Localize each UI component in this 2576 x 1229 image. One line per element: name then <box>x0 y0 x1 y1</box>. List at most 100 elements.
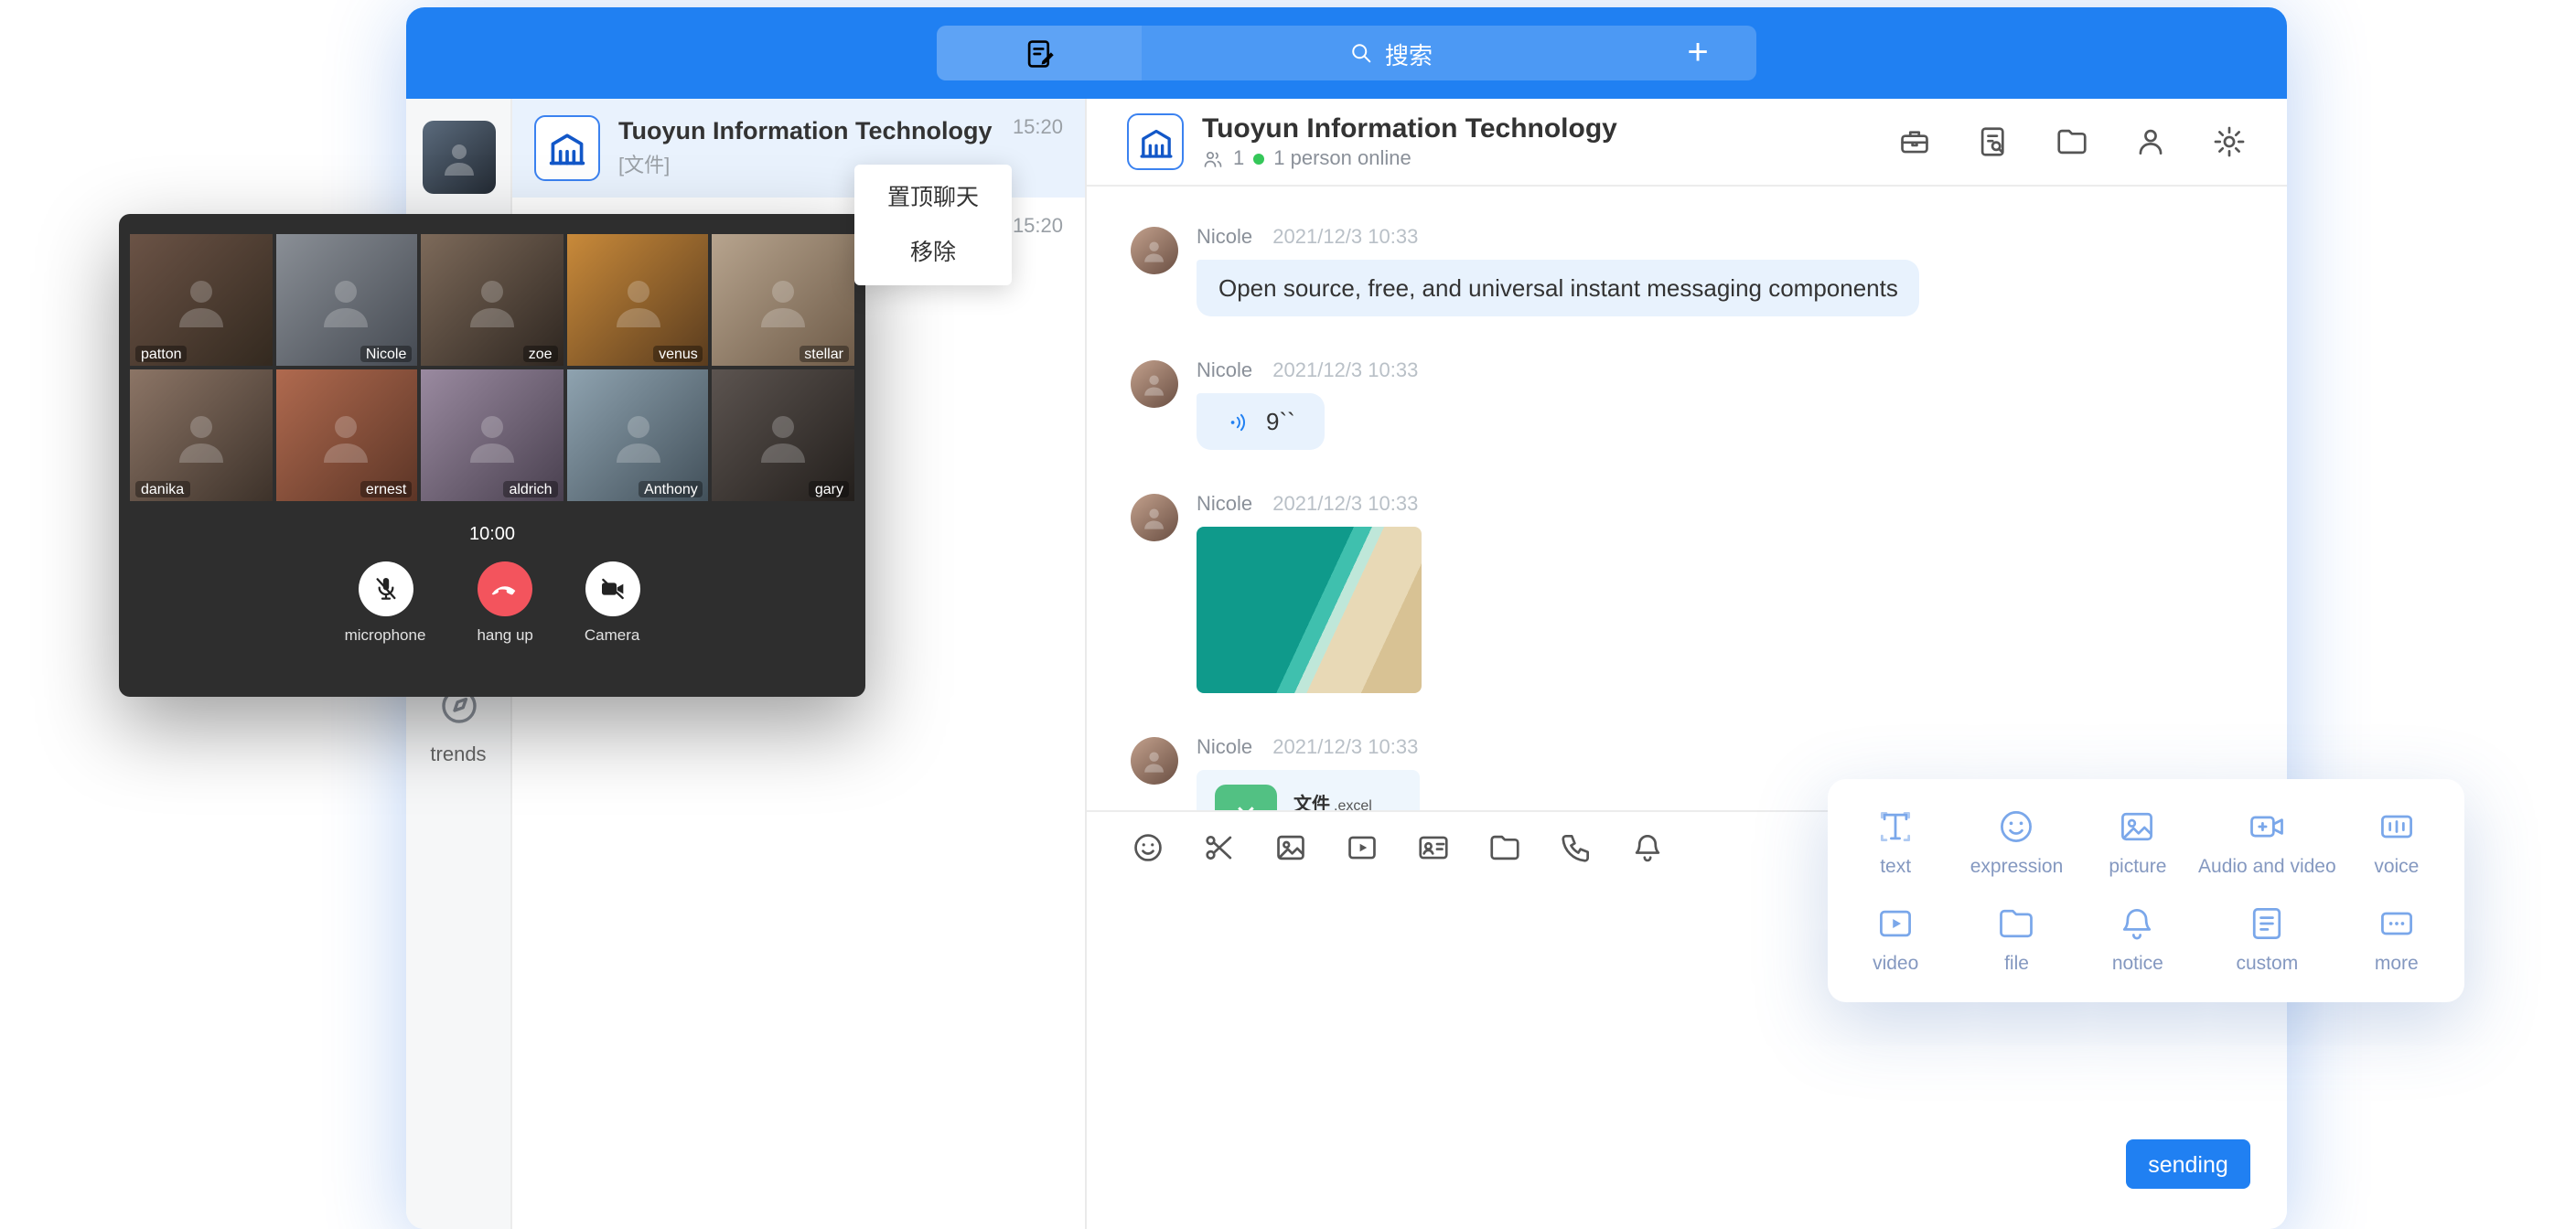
sender-avatar[interactable] <box>1131 360 1178 408</box>
video-tile: Nicole <box>275 234 417 366</box>
camera-button[interactable]: Camera <box>585 561 639 644</box>
panel-label: Audio and video <box>2198 856 2336 878</box>
person-silhouette-icon <box>314 267 380 333</box>
online-dot <box>1253 154 1264 165</box>
call-controls: microphone hang up Camera <box>119 561 865 644</box>
search-bar[interactable]: 搜索 <box>1142 36 1639 70</box>
emoji-icon[interactable] <box>1131 830 1165 865</box>
conversation-context-menu: 置顶聊天 移除 <box>854 165 1012 285</box>
message-time: 2021/12/3 10:33 <box>1272 360 1418 382</box>
panel-item-expression[interactable]: expression <box>1956 794 2077 891</box>
person-silhouette-icon <box>1140 746 1168 775</box>
video-tile: aldrich <box>421 369 563 501</box>
participant-name: ernest <box>360 481 412 497</box>
chat-record-icon[interactable] <box>1976 124 2011 159</box>
picture-icon <box>2118 807 2158 847</box>
mic-muted-icon <box>370 574 400 604</box>
note-edit-icon <box>1022 36 1057 70</box>
participant-name: venus <box>653 346 703 362</box>
chat-header: Tuoyun Information Technology 1 1 person… <box>1087 99 2287 187</box>
settings-gear-icon[interactable] <box>2212 124 2247 159</box>
voice-bubble[interactable]: 9`` <box>1197 393 1325 450</box>
panel-label: custom <box>2237 953 2299 975</box>
panel-label: expression <box>1970 856 2064 878</box>
sender-avatar[interactable] <box>1131 737 1178 785</box>
video-tile: gary <box>713 369 854 501</box>
participant-name: Nicole <box>360 346 412 362</box>
conversation-title: Tuoyun Information Technology <box>618 117 1013 144</box>
person-silhouette-icon <box>314 402 380 468</box>
panel-label: more <box>2375 953 2419 975</box>
person-silhouette-icon <box>459 402 525 468</box>
panel-item-audio-video[interactable]: Audio and video <box>2198 794 2336 891</box>
contact-card-icon[interactable] <box>1416 830 1451 865</box>
sender-avatar[interactable] <box>1131 227 1178 274</box>
panel-item-video[interactable]: video <box>1835 891 1956 988</box>
plus-icon: + <box>1687 32 1708 74</box>
picture-icon[interactable] <box>1273 830 1308 865</box>
panel-item-notice[interactable]: notice <box>2077 891 2198 988</box>
video-tile: Anthony <box>567 369 709 501</box>
new-note-button[interactable] <box>937 26 1142 80</box>
message-time: 2021/12/3 10:33 <box>1272 494 1418 516</box>
files-icon[interactable] <box>2055 124 2089 159</box>
panel-label: text <box>1880 856 1911 878</box>
video-tile: danika <box>130 369 272 501</box>
my-avatar[interactable] <box>422 121 495 194</box>
chat-subtitle: 1 1 person online <box>1202 148 1617 170</box>
message-meta: Nicole 2021/12/3 10:33 <box>1197 360 1418 382</box>
menu-item-pin-chat[interactable]: 置顶聊天 <box>854 170 1012 225</box>
file-extension: .excel <box>1334 797 1372 810</box>
search-icon <box>1348 40 1374 66</box>
panel-item-file[interactable]: file <box>1956 891 2077 988</box>
sender-avatar[interactable] <box>1131 494 1178 541</box>
panel-item-custom[interactable]: custom <box>2198 891 2336 988</box>
message-text: Nicole 2021/12/3 10:33 Open source, free… <box>1131 227 2287 316</box>
panel-item-picture[interactable]: picture <box>2077 794 2198 891</box>
conversation-time: 15:20 <box>1013 117 1063 139</box>
panel-item-text[interactable]: text <box>1835 794 1956 891</box>
panel-item-more[interactable]: more <box>2336 891 2457 988</box>
voice-wave-icon <box>1226 409 1251 434</box>
image-attachment-beach[interactable] <box>1197 527 1422 693</box>
chat-header-info: Tuoyun Information Technology 1 1 person… <box>1202 113 1617 170</box>
send-button[interactable]: sending <box>2126 1139 2250 1189</box>
panel-label: voice <box>2374 856 2419 878</box>
conversation-time: 15:20 <box>1013 216 1063 238</box>
voice-icon <box>2377 807 2417 847</box>
camera-label: Camera <box>585 625 639 644</box>
member-manage-icon[interactable] <box>2133 124 2168 159</box>
menu-item-remove[interactable]: 移除 <box>854 225 1012 280</box>
building-icon <box>547 128 587 168</box>
file-attachment[interactable]: ✕ 文件.excel 12.8M <box>1197 770 1420 810</box>
camera-off-icon <box>597 574 627 604</box>
chat-area: Tuoyun Information Technology 1 1 person… <box>1087 99 2287 1229</box>
microphone-button[interactable]: microphone <box>345 561 426 644</box>
panel-label: video <box>1873 953 1918 975</box>
video-call-panel: patton Nicole zoe venus stellar danika e… <box>119 214 865 697</box>
text-bubble[interactable]: Open source, free, and universal instant… <box>1197 260 1920 316</box>
notice-bell-icon[interactable] <box>1630 830 1665 865</box>
collect-icon[interactable] <box>1897 124 1932 159</box>
add-button[interactable]: + <box>1639 26 1756 80</box>
video-icon[interactable] <box>1345 830 1379 865</box>
person-silhouette-icon <box>168 402 234 468</box>
screenshot-scissors-icon[interactable] <box>1202 830 1237 865</box>
panel-item-voice[interactable]: voice <box>2336 794 2457 891</box>
custom-doc-icon <box>2247 903 2287 944</box>
hang-up-button[interactable]: hang up <box>477 561 532 644</box>
participant-name: zoe <box>523 346 558 362</box>
hang-up-label: hang up <box>477 625 532 644</box>
page: 搜索 + trends <box>0 0 2576 1229</box>
panel-label: file <box>2004 953 2029 975</box>
video-tile: venus <box>567 234 709 366</box>
participant-name: stellar <box>799 346 849 362</box>
call-phone-icon[interactable] <box>1559 830 1594 865</box>
person-silhouette-icon <box>459 267 525 333</box>
group-avatar <box>1127 113 1184 170</box>
message-voice: Nicole 2021/12/3 10:33 9`` <box>1131 360 2287 450</box>
message-type-panel: text expression picture Audio and video … <box>1828 779 2464 1002</box>
file-folder-icon[interactable] <box>1487 830 1522 865</box>
top-bar: 搜索 + <box>406 7 2287 99</box>
message-meta: Nicole 2021/12/3 10:33 <box>1197 227 1920 249</box>
